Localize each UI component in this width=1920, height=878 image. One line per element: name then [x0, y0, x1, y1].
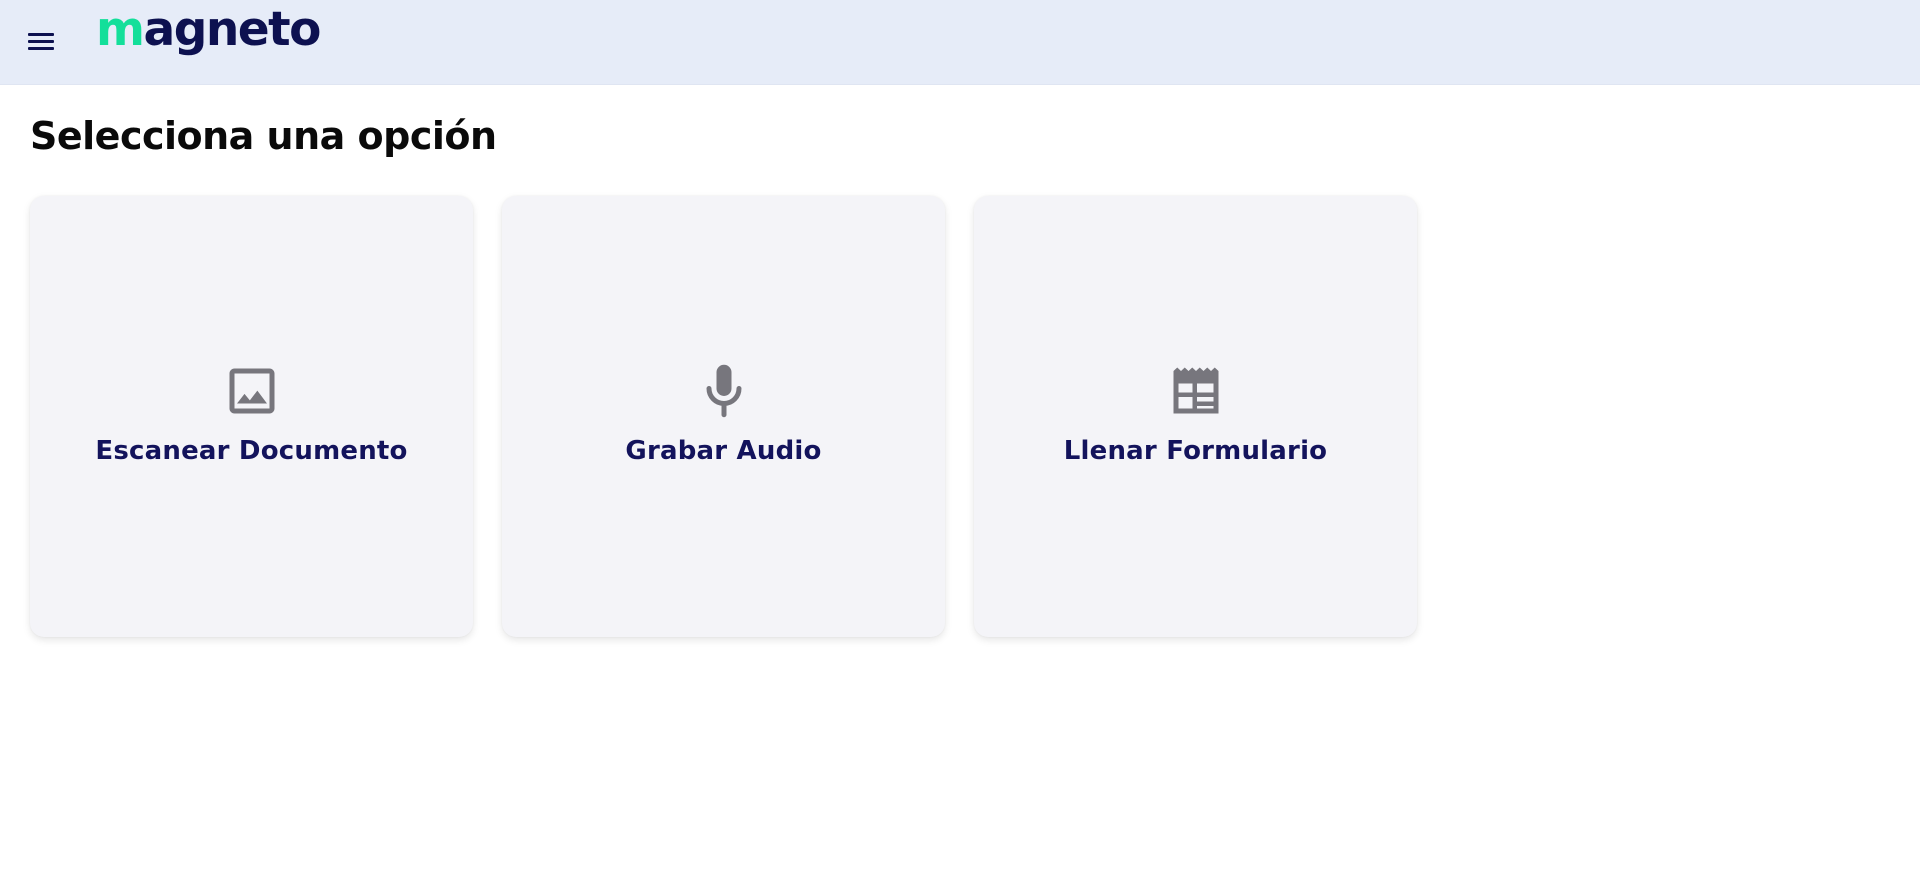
image-icon [222, 361, 282, 421]
fill-form-label: Llenar Formulario [1063, 436, 1328, 466]
logo-accent-letter: m [96, 2, 145, 57]
microphone-icon [694, 361, 754, 421]
hamburger-menu-icon[interactable] [25, 31, 59, 55]
scan-document-card[interactable]: Escanear Documento [30, 196, 473, 637]
record-audio-card[interactable]: Grabar Audio [502, 196, 945, 637]
menu-line [28, 47, 54, 50]
form-icon [1166, 361, 1226, 421]
top-app-bar: magneto [0, 0, 1920, 85]
record-audio-label: Grabar Audio [625, 436, 822, 466]
fill-form-card[interactable]: Llenar Formulario [974, 196, 1417, 637]
page-title: Selecciona una opción [30, 114, 497, 158]
magneto-logo[interactable]: magneto [96, 6, 321, 53]
logo-wordmark: agneto [143, 2, 321, 57]
scan-document-label: Escanear Documento [95, 436, 408, 466]
menu-line [28, 33, 54, 36]
menu-line [28, 40, 54, 43]
